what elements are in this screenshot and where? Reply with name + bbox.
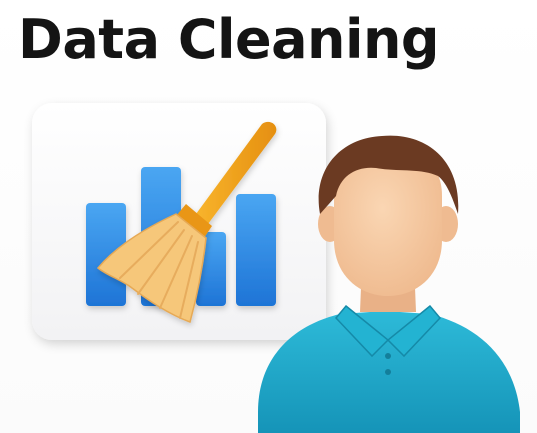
shirt-button — [385, 369, 391, 375]
shirt-button — [385, 353, 391, 359]
chart-bar — [236, 194, 276, 306]
data-cleaning-illustration — [32, 103, 520, 433]
illustration-canvas: Data Cleaning — [0, 0, 537, 433]
